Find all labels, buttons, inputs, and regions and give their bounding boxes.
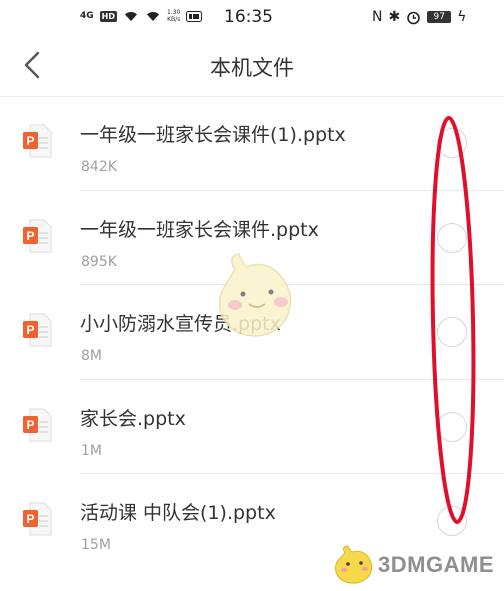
header: 本机文件 — [0, 34, 504, 97]
svg-text:P: P — [26, 134, 34, 148]
file-size: 8M — [81, 348, 102, 364]
file-name: 一年级一班家长会课件(1).pptx — [80, 124, 346, 146]
network-type: 4G — [80, 11, 94, 21]
net-speed-value: 1.30 — [167, 9, 181, 16]
file-name: 家长会.pptx — [80, 407, 186, 430]
status-right: N ✱ 97 ϟ — [372, 9, 466, 25]
file-size: 895K — [81, 253, 117, 270]
svg-text:P: P — [26, 323, 34, 337]
select-radio[interactable] — [437, 128, 467, 158]
file-name: 一年级一班家长会课件.pptx — [80, 218, 319, 241]
alarm-icon — [407, 11, 421, 24]
file-size: 842K — [81, 159, 117, 175]
list-item[interactable]: P 家长会.pptx 1M — [0, 380, 504, 475]
bluetooth-icon: ✱ — [388, 9, 401, 25]
status-left: 4G HD 1.30 KB/s — [80, 9, 203, 23]
svg-text:P: P — [26, 512, 34, 526]
svg-text:P: P — [26, 418, 34, 432]
select-radio[interactable] — [437, 411, 467, 442]
status-time: 16:35 — [224, 7, 273, 27]
hd-badge: HD — [99, 10, 117, 22]
file-size: 1M — [81, 442, 102, 459]
ppt-file-icon: P — [23, 408, 52, 441]
watermark: 3DMGAME — [331, 545, 494, 585]
ppt-file-icon: P — [23, 124, 52, 158]
watermark-text: 3DMGAME — [378, 552, 494, 577]
file-name: 活动课 中队会(1).pptx — [80, 502, 276, 524]
wifi-icon — [125, 12, 137, 21]
select-radio[interactable] — [437, 506, 467, 536]
status-bar: 4G HD 1.30 KB/s 16:35 N ✱ 97 ϟ — [0, 0, 504, 34]
watermark-bird-icon — [335, 545, 373, 584]
card-icon — [186, 10, 203, 22]
list-item[interactable]: P 一年级一班家长会课件(1).pptx 842K — [0, 96, 504, 191]
mascot-watermark-icon — [218, 253, 292, 337]
net-speed: 1.30 KB/s — [167, 9, 180, 23]
file-size: 15M — [81, 537, 111, 553]
net-speed-unit: KB/s — [167, 16, 181, 23]
nfc-icon: N — [372, 9, 383, 25]
charging-icon: ϟ — [457, 9, 467, 25]
select-radio[interactable] — [437, 317, 467, 347]
ppt-file-icon: P — [23, 502, 52, 536]
page-title: 本机文件 — [210, 56, 294, 80]
ppt-file-icon: P — [23, 313, 52, 347]
battery-icon: 97 — [427, 11, 452, 23]
wifi-icon — [147, 12, 159, 21]
ppt-file-icon: P — [23, 219, 52, 252]
svg-text:P: P — [26, 229, 34, 243]
select-radio[interactable] — [437, 222, 467, 253]
